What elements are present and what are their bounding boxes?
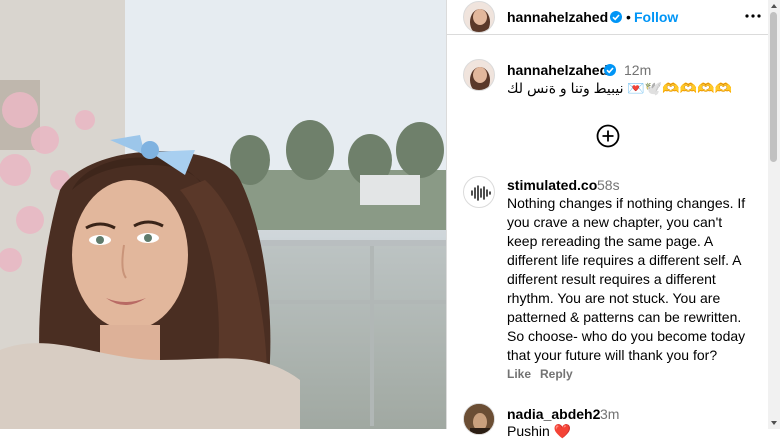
caption-avatar[interactable] bbox=[463, 59, 495, 91]
author-avatar-image bbox=[464, 2, 494, 32]
comment-line: different result requires a different bbox=[507, 271, 716, 287]
commenter-avatar[interactable] bbox=[463, 176, 495, 208]
reply-comment-button[interactable]: Reply bbox=[540, 367, 573, 381]
caption-main-text: كل سنة و انتو طيبين 💌🕊️ bbox=[507, 80, 663, 96]
comment-line: that your future will thank you for? bbox=[507, 347, 718, 363]
comment-time[interactable]: 3m bbox=[600, 406, 619, 422]
comment-line: So choose- who do you become today bbox=[507, 328, 746, 344]
verified-badge-icon bbox=[610, 11, 622, 23]
scroll-down-icon[interactable] bbox=[770, 419, 778, 427]
comment-line: patterned & patterns can be rewritten. bbox=[507, 309, 742, 325]
scroll-up-icon[interactable] bbox=[770, 2, 778, 10]
sound-wave-icon bbox=[471, 185, 491, 201]
comment-line: keep rereading the same page. A bbox=[507, 233, 714, 249]
post-photo[interactable] bbox=[0, 0, 446, 429]
comment-line: you crave a new chapter, you can't bbox=[507, 214, 723, 230]
comment-text: Nothing changes if nothing changes. If y… bbox=[507, 194, 757, 365]
caption-text: كل سنة و انتو طيبين 💌🕊️🫶🫶🫶🫶 bbox=[507, 80, 732, 97]
comment-time[interactable]: 58s bbox=[597, 177, 620, 193]
follow-button[interactable]: Follow bbox=[634, 9, 678, 25]
commenter-username[interactable]: stimulated.co bbox=[507, 177, 597, 193]
caption-emoji-placeholders: 🫶🫶🫶🫶 bbox=[662, 80, 732, 96]
post-header: hannahelzahed • Follow bbox=[447, 0, 780, 35]
post-side-panel: hannahelzahed • Follow hannahelzahed 12m… bbox=[446, 0, 780, 439]
commenter-avatar[interactable] bbox=[463, 403, 495, 435]
plus-circle-icon[interactable] bbox=[596, 124, 620, 153]
comment-line: Nothing changes if nothing changes. If bbox=[507, 195, 746, 211]
comment-line: different life requires a different self… bbox=[507, 252, 742, 268]
photo-illustration bbox=[0, 0, 446, 429]
caption-username[interactable]: hannahelzahed bbox=[507, 62, 608, 78]
scrollbar[interactable] bbox=[768, 0, 780, 429]
verified-badge-icon bbox=[604, 64, 616, 76]
caption-avatar-image bbox=[464, 60, 494, 90]
more-options-icon[interactable] bbox=[744, 9, 762, 28]
scrollbar-thumb[interactable] bbox=[770, 12, 777, 162]
comment-line: rhythm. You are not stuck. You are bbox=[507, 290, 721, 306]
like-comment-button[interactable]: Like bbox=[507, 367, 531, 381]
author-username[interactable]: hannahelzahed bbox=[507, 9, 608, 25]
caption-time[interactable]: 12m bbox=[624, 62, 651, 78]
comment-text: Pushin ❤️ bbox=[507, 423, 572, 439]
header-separator: • bbox=[626, 9, 631, 25]
commenter-avatar-image bbox=[464, 404, 494, 434]
commenter-username[interactable]: nadia_abdeh2 bbox=[507, 406, 600, 422]
author-avatar[interactable] bbox=[463, 1, 495, 33]
